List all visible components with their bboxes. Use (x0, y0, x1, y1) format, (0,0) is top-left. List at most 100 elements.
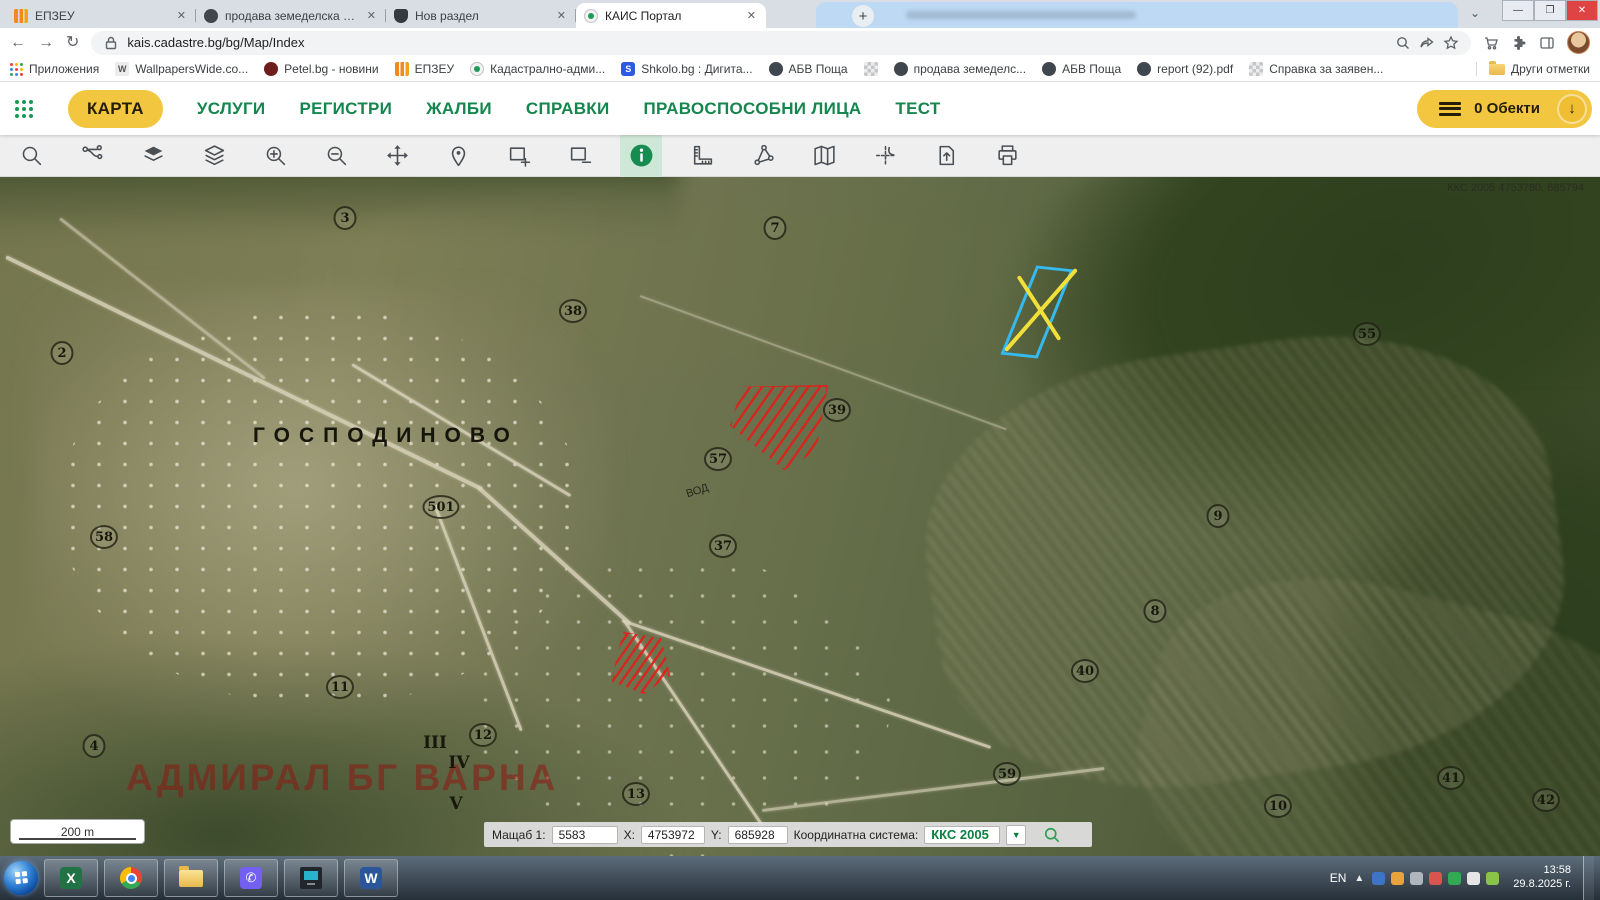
toolbar-info-button[interactable] (620, 135, 662, 177)
taskbar-app-word[interactable]: W (344, 859, 398, 897)
parcel-number-marker[interactable]: 58 (90, 525, 118, 549)
language-indicator[interactable]: EN (1330, 871, 1347, 885)
parcel-number-marker[interactable]: 12 (469, 723, 497, 747)
nav-item-тест[interactable]: ТЕСТ (895, 99, 940, 119)
show-desktop-button[interactable] (1583, 856, 1594, 900)
extensions-puzzle-icon[interactable] (1511, 35, 1527, 51)
parcel-number-marker[interactable]: 41 (1437, 766, 1465, 790)
bookmark-item[interactable]: продава земеделс... (894, 62, 1027, 76)
toolbar-layers-button[interactable] (193, 135, 235, 177)
bookmark-star-icon[interactable] (1443, 35, 1459, 51)
tray-icon[interactable] (1391, 872, 1404, 885)
bookmark-item[interactable] (864, 62, 878, 76)
start-button[interactable] (4, 861, 38, 895)
share-icon[interactable] (1419, 35, 1435, 51)
parcel-number-marker[interactable]: 4 (83, 734, 106, 758)
toolbar-print-button[interactable] (986, 135, 1028, 177)
cart-extension-icon[interactable] (1483, 35, 1499, 51)
back-icon[interactable]: ← (10, 35, 26, 51)
toolbar-map-fold-button[interactable] (803, 135, 845, 177)
bookmark-item[interactable]: Справка за заявен... (1249, 62, 1383, 76)
maximize-button[interactable]: ❐ (1534, 0, 1566, 21)
toolbar-export-button[interactable] (925, 135, 967, 177)
browser-tab[interactable]: ЕПЗЕУ✕ (6, 3, 196, 28)
side-panel-icon[interactable] (1539, 35, 1555, 51)
bookmark-item[interactable]: Кадастрално-адми... (470, 62, 605, 76)
profile-avatar[interactable] (1567, 31, 1590, 54)
toolbar-measure-area-button[interactable] (742, 135, 784, 177)
taskbar-app-explorer[interactable] (164, 859, 218, 897)
crs-dropdown-arrow-icon[interactable]: ▼ (1006, 825, 1026, 845)
nav-item-услуги[interactable]: УСЛУГИ (197, 99, 266, 119)
taskbar-app-remote[interactable] (284, 859, 338, 897)
omnibox[interactable]: kais.cadastre.bg/bg/Map/Index (91, 31, 1471, 55)
y-coordinate-input[interactable]: 685928 (728, 826, 788, 844)
tray-icon[interactable] (1467, 872, 1480, 885)
toolbar-pan-button[interactable] (376, 135, 418, 177)
parcel-number-marker[interactable]: 55 (1353, 322, 1381, 346)
toolbar-marker-button[interactable] (437, 135, 479, 177)
browser-tab[interactable]: продава земеделска земя✕ (196, 3, 386, 28)
toolbar-zoom-in-button[interactable] (254, 135, 296, 177)
taskbar-clock[interactable]: 13:58 29.8.2025 г. (1513, 864, 1571, 892)
coordinate-search-button[interactable] (1042, 825, 1062, 845)
parcel-number-marker[interactable]: 7 (764, 216, 787, 240)
parcel-number-marker[interactable]: 39 (823, 398, 851, 422)
parcel-number-marker[interactable]: 42 (1532, 788, 1560, 812)
toolbar-rect-subtract-button[interactable] (559, 135, 601, 177)
tray-icon[interactable] (1372, 872, 1385, 885)
x-coordinate-input[interactable]: 4753972 (641, 826, 705, 844)
parcel-number-marker[interactable]: 13 (622, 782, 650, 806)
parcel-number-marker[interactable]: 11 (326, 675, 354, 699)
new-tab-button[interactable]: + (852, 5, 874, 27)
tray-expand-icon[interactable]: ▲ (1354, 873, 1364, 884)
browser-tab[interactable]: Нов раздел✕ (386, 3, 576, 28)
tab-close-icon[interactable]: ✕ (365, 9, 378, 22)
forward-icon[interactable]: → (38, 35, 54, 51)
hatched-parcel-highlight[interactable] (730, 385, 828, 470)
toolbar-route-button[interactable] (71, 135, 113, 177)
toolbar-zoom-out-button[interactable] (315, 135, 357, 177)
tray-icon[interactable] (1429, 872, 1442, 885)
tab-search-chevron-icon[interactable]: ⌄ (1470, 6, 1480, 20)
parcel-number-marker[interactable]: 2 (51, 341, 74, 365)
tray-icon[interactable] (1448, 872, 1461, 885)
reload-icon[interactable]: ↻ (66, 35, 79, 51)
parcel-number-marker[interactable]: 8 (1144, 599, 1167, 623)
taskbar-app-excel[interactable]: X (44, 859, 98, 897)
nav-item-правоспособни-лица[interactable]: ПРАВОСПОСОБНИ ЛИЦА (644, 99, 862, 119)
minimize-button[interactable]: — (1502, 0, 1534, 21)
apps-grid-icon[interactable] (14, 99, 34, 119)
parcel-number-marker[interactable]: 59 (993, 762, 1021, 786)
tab-close-icon[interactable]: ✕ (745, 9, 758, 22)
tray-icon[interactable] (1486, 872, 1499, 885)
parcel-number-marker[interactable]: 3 (334, 206, 357, 230)
parcel-number-marker[interactable]: 57 (704, 447, 732, 471)
nav-item-справки[interactable]: СПРАВКИ (526, 99, 610, 119)
browser-tab[interactable]: КАИС Портал✕ (576, 3, 766, 28)
bookmark-item[interactable]: WWallpapersWide.co... (115, 62, 248, 76)
bookmark-item[interactable]: АБВ Поща (1042, 62, 1121, 76)
taskbar-app-viber[interactable]: ✆ (224, 859, 278, 897)
tab-close-icon[interactable]: ✕ (555, 9, 568, 22)
nav-item-регистри[interactable]: РЕГИСТРИ (299, 99, 392, 119)
parcel-number-marker[interactable]: 501 (422, 495, 459, 519)
tab-close-icon[interactable]: ✕ (175, 9, 188, 22)
bookmark-item[interactable]: Приложения (10, 62, 99, 76)
bookmark-item[interactable]: Petel.bg - новини (264, 62, 378, 76)
nav-item-карта[interactable]: КАРТА (68, 90, 163, 128)
parcel-number-marker[interactable]: 10 (1264, 794, 1292, 818)
url-text[interactable]: kais.cadastre.bg/bg/Map/Index (127, 35, 1387, 50)
selected-parcel-highlight[interactable] (995, 262, 1085, 362)
nav-item-жалби[interactable]: ЖАЛБИ (426, 99, 492, 119)
toolbar-axes-button[interactable] (864, 135, 906, 177)
other-bookmarks-button[interactable]: Други отметки (1476, 62, 1590, 76)
map-canvas[interactable]: ГОСПОДИНОВО АДМИРАЛ БГ ВАРНА ККС 2005 47… (0, 177, 1600, 856)
toolbar-layers-filled-button[interactable] (132, 135, 174, 177)
bookmark-item[interactable]: ЕПЗЕУ (395, 62, 455, 76)
taskbar-app-chrome[interactable] (104, 859, 158, 897)
close-button[interactable]: ✕ (1566, 0, 1598, 21)
zoom-page-icon[interactable] (1395, 35, 1411, 51)
parcel-number-marker[interactable]: 40 (1071, 659, 1099, 683)
bookmark-item[interactable]: SShkolo.bg : Дигита... (621, 62, 752, 76)
